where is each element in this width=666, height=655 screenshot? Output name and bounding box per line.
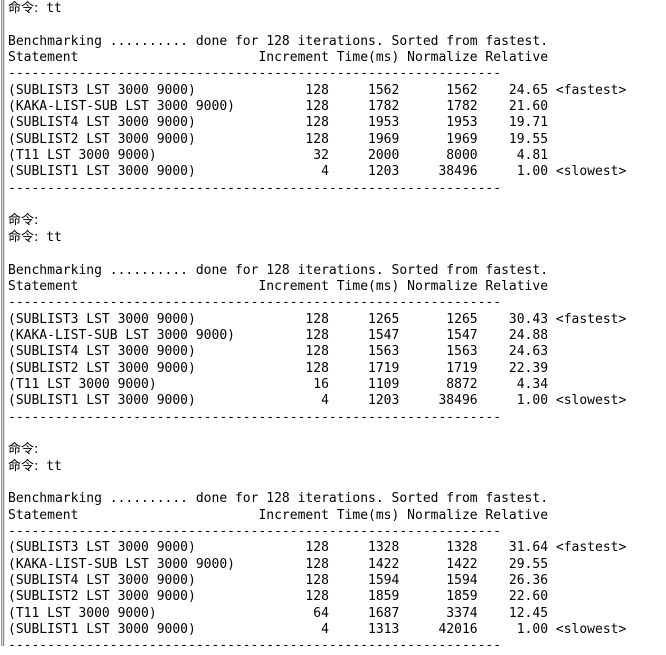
table-row: (KAKA-LIST-SUB LST 3000 9000) 128 1547 1… xyxy=(8,327,549,343)
table-row: (SUBLIST2 LST 3000 9000) 128 1859 1859 2… xyxy=(8,589,549,605)
prompt-label: 命令: xyxy=(8,1,39,16)
table-row: (SUBLIST2 LST 3000 9000) 128 1719 1719 2… xyxy=(8,360,549,376)
table-separator: ----------------------------------------… xyxy=(8,524,502,539)
prompt-label: 命令: xyxy=(8,442,39,458)
prompt-line-empty[interactable]: 命令: xyxy=(8,213,666,229)
table-separator: ----------------------------------------… xyxy=(8,180,502,196)
table-separator: ----------------------------------------… xyxy=(8,66,502,82)
prompt-line-empty[interactable]: 命令: xyxy=(8,442,666,458)
table-row: (SUBLIST4 LST 3000 9000) 128 1953 1953 1… xyxy=(8,115,549,131)
prompt-command: tt xyxy=(38,1,62,16)
prompt-command: tt xyxy=(38,229,62,245)
table-row: (SUBLIST3 LST 3000 9000) 128 1328 1328 3… xyxy=(8,540,627,556)
table-header-row: Statement Increment Time(ms) Normalize R… xyxy=(8,507,549,523)
table-row: (SUBLIST1 LST 3000 9000) 4 1203 38496 1.… xyxy=(8,393,627,409)
table-row: (SUBLIST4 LST 3000 9000) 128 1563 1563 2… xyxy=(8,344,549,360)
window-left-bevel xyxy=(0,0,6,646)
prompt-line-command[interactable]: 命令: tt xyxy=(8,1,666,17)
table-separator: ----------------------------------------… xyxy=(8,638,502,654)
prompt-label: 命令: xyxy=(8,458,39,474)
table-row: (KAKA-LIST-SUB LST 3000 9000) 128 1422 1… xyxy=(8,556,549,572)
console-window: 命令: tt Benchmarking .......... done for … xyxy=(0,0,666,653)
prompt-line-command[interactable]: 命令: tt xyxy=(8,230,666,246)
terminal-output-area[interactable]: 命令: tt Benchmarking .......... done for … xyxy=(6,0,666,653)
table-row: (SUBLIST3 LST 3000 9000) 128 1265 1265 3… xyxy=(8,311,627,327)
table-row: (SUBLIST3 LST 3000 9000) 128 1562 1562 2… xyxy=(8,82,627,98)
table-row: (SUBLIST4 LST 3000 9000) 128 1594 1594 2… xyxy=(8,573,549,589)
table-row: (T11 LST 3000 9000) 32 2000 8000 4.81 xyxy=(8,148,549,164)
benchmark-summary-line: Benchmarking .......... done for 128 ite… xyxy=(8,262,549,278)
prompt-line-command[interactable]: 命令: tt xyxy=(8,459,666,475)
table-separator: ----------------------------------------… xyxy=(8,295,502,311)
table-row: (KAKA-LIST-SUB LST 3000 9000) 128 1782 1… xyxy=(8,99,549,115)
benchmark-summary-line: Benchmarking .......... done for 128 ite… xyxy=(8,33,549,49)
table-row: (SUBLIST1 LST 3000 9000) 4 1313 42016 1.… xyxy=(8,622,627,638)
benchmark-summary-line: Benchmarking .......... done for 128 ite… xyxy=(8,491,549,507)
table-row: (SUBLIST1 LST 3000 9000) 4 1203 38496 1.… xyxy=(8,164,627,180)
table-row: (SUBLIST2 LST 3000 9000) 128 1969 1969 1… xyxy=(8,131,549,147)
table-row: (T11 LST 3000 9000) 64 1687 3374 12.45 xyxy=(8,605,549,621)
prompt-command: tt xyxy=(38,458,62,474)
bevel-edge-line xyxy=(4,0,5,646)
table-header-row: Statement Increment Time(ms) Normalize R… xyxy=(8,278,549,294)
prompt-label: 命令: xyxy=(8,229,39,245)
prompt-label: 命令: xyxy=(8,213,39,229)
table-row: (T11 LST 3000 9000) 16 1109 8872 4.34 xyxy=(8,376,549,392)
table-header-row: Statement Increment Time(ms) Normalize R… xyxy=(8,50,549,66)
table-separator: ----------------------------------------… xyxy=(8,409,502,425)
